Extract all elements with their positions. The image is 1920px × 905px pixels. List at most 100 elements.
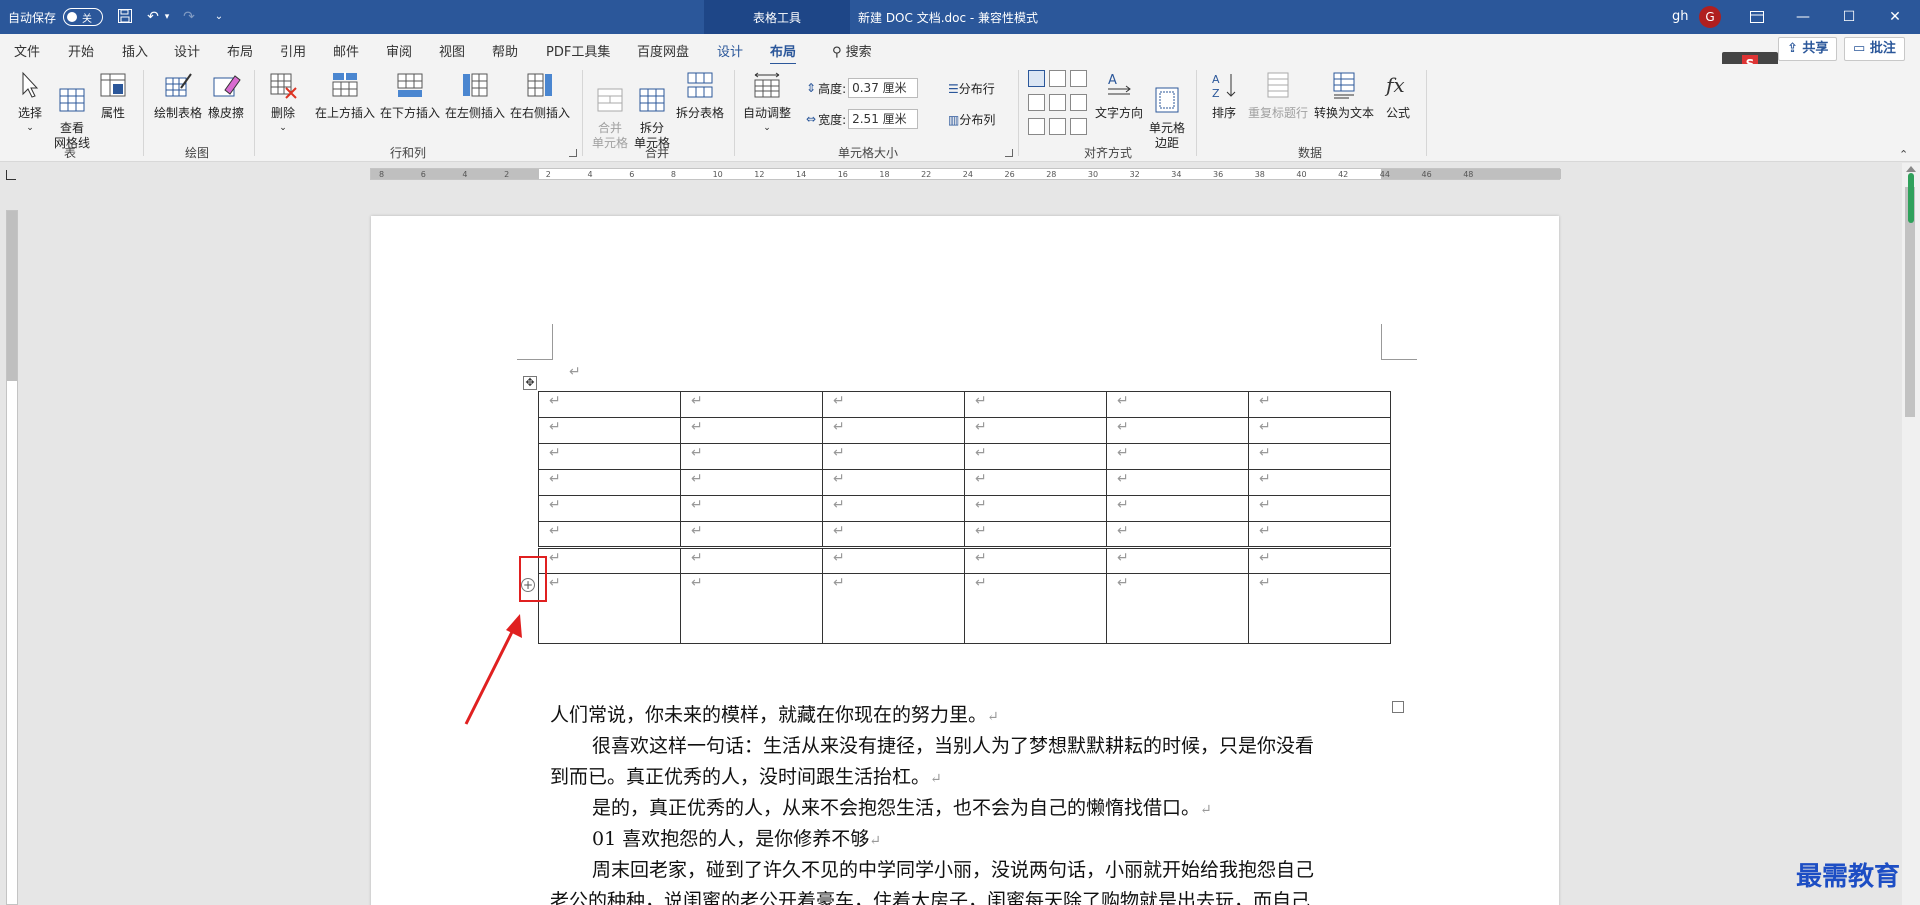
table-cell[interactable]: ↵ xyxy=(1248,443,1391,470)
table-cell[interactable]: ↵ xyxy=(822,417,965,444)
draw-table-button[interactable]: 绘制表格 xyxy=(150,70,206,121)
vertical-ruler[interactable] xyxy=(6,210,18,905)
collapse-ribbon-icon[interactable]: ⌃ xyxy=(1899,148,1908,161)
table-cell[interactable]: ↵ xyxy=(822,391,965,418)
table-row[interactable]: ↵ ↵ ↵ ↵ ↵ ↵ xyxy=(538,546,1391,574)
table-cell[interactable]: ↵ xyxy=(538,443,681,470)
redo-icon[interactable]: ↷ xyxy=(180,8,198,26)
table-cell[interactable]: ↵ xyxy=(680,495,823,522)
tab-review[interactable]: 审阅 xyxy=(386,41,412,60)
table-cell[interactable]: ↵ xyxy=(822,521,965,548)
select-button[interactable]: 选择 ⌄ xyxy=(12,70,48,136)
table-cell[interactable]: ↵ xyxy=(822,469,965,496)
col-width-input[interactable]: 2.51 厘米 xyxy=(848,109,919,129)
table-cell[interactable]: ↵ xyxy=(964,546,1107,574)
close-button[interactable]: ✕ xyxy=(1872,0,1918,34)
undo-dropdown-icon[interactable]: ▾ xyxy=(158,8,176,26)
table-cell[interactable]: ↵ xyxy=(1106,546,1249,574)
delete-button[interactable]: 删除 ⌄ xyxy=(264,70,302,136)
text-direction-button[interactable]: A 文字方向 xyxy=(1094,70,1144,121)
insert-below-button[interactable]: 在下方插入 xyxy=(379,70,441,121)
convert-to-text-button[interactable]: 转换为文本 xyxy=(1312,70,1376,121)
align-top-right-icon[interactable] xyxy=(1070,70,1087,87)
share-button[interactable]: ⇪ 共享 xyxy=(1778,37,1838,61)
save-icon[interactable] xyxy=(116,8,134,26)
table-cell[interactable]: ↵ xyxy=(1248,391,1391,418)
align-middle-left-icon[interactable] xyxy=(1028,94,1045,111)
align-bottom-center-icon[interactable] xyxy=(1049,118,1066,135)
autosave-toggle[interactable]: 关 xyxy=(63,8,103,26)
align-top-left-icon[interactable] xyxy=(1028,70,1045,87)
table-move-handle-icon[interactable]: ✥ xyxy=(523,376,537,390)
maximize-button[interactable]: ☐ xyxy=(1826,0,1872,34)
table-cell[interactable]: ↵ xyxy=(538,391,681,418)
tab-mailings[interactable]: 邮件 xyxy=(333,41,359,60)
table-cell[interactable]: ↵ xyxy=(964,573,1107,644)
table-cell[interactable]: ↵ xyxy=(680,391,823,418)
tab-insert[interactable]: 插入 xyxy=(122,41,148,60)
merge-cells-button[interactable]: 合并 单元格 xyxy=(590,70,630,166)
table-cell[interactable]: ↵ xyxy=(822,495,965,522)
table-cell[interactable]: ↵ xyxy=(1106,495,1249,522)
distribute-rows-button[interactable]: ☰ 分布行 xyxy=(948,80,995,97)
table-row[interactable]: ↵ ↵ ↵ ↵ ↵ ↵ xyxy=(538,495,1391,522)
table-cell[interactable]: ↵ xyxy=(1106,521,1249,548)
search-box[interactable]: ⚲ 搜索 xyxy=(832,41,872,60)
sort-button[interactable]: AZ 排序 xyxy=(1206,70,1242,121)
rows-cols-launcher-icon[interactable] xyxy=(569,149,577,157)
table-cell[interactable]: ↵ xyxy=(680,443,823,470)
horizontal-ruler[interactable]: 8 6 4 2 2 4 6 8 10 12 14 16 18 22 24 26 28 30 32 34 36 38 40 42… xyxy=(0,163,1920,185)
table-row[interactable]: ↵ ↵ ↵ ↵ ↵ ↵ xyxy=(538,391,1391,418)
align-middle-center-icon[interactable] xyxy=(1049,94,1066,111)
table-cell[interactable]: ↵ xyxy=(1248,521,1391,548)
insert-right-button[interactable]: 在右侧插入 xyxy=(509,70,571,121)
table-cell[interactable]: ↵ xyxy=(822,546,965,574)
formula-button[interactable]: fx 公式 xyxy=(1380,70,1416,121)
tab-table-design[interactable]: 设计 xyxy=(717,41,743,60)
tab-references[interactable]: 引用 xyxy=(280,41,306,60)
table-row[interactable]: ↵ ↵ ↵ ↵ ↵ ↵ xyxy=(538,417,1391,444)
table-cell[interactable]: ↵ xyxy=(1106,417,1249,444)
user-name[interactable]: gh xyxy=(1672,9,1689,24)
table-cell[interactable]: ↵ xyxy=(1106,443,1249,470)
table-row[interactable]: ↵ ↵ ↵ ↵ ↵ ↵ xyxy=(538,573,1391,644)
repeat-header-button[interactable]: 重复标题行 xyxy=(1246,70,1310,121)
table-cell[interactable]: ↵ xyxy=(822,443,965,470)
customize-qat-icon[interactable]: ⌄ xyxy=(210,8,228,26)
table-row[interactable]: ↵ ↵ ↵ ↵ ↵ ↵ xyxy=(538,469,1391,496)
align-bottom-left-icon[interactable] xyxy=(1028,118,1045,135)
properties-button[interactable]: 属性 xyxy=(96,70,130,121)
tab-table-layout[interactable]: 布局 xyxy=(770,41,797,66)
table-cell[interactable]: ↵ xyxy=(1106,573,1249,644)
table-cell[interactable]: ↵ xyxy=(964,469,1107,496)
table-cell[interactable]: ↵ xyxy=(538,521,681,548)
autofit-button[interactable]: 自动调整 ⌄ xyxy=(740,70,794,136)
table-cell[interactable]: ↵ xyxy=(1106,469,1249,496)
document-table[interactable]: ↵ ↵ ↵ ↵ ↵ ↵ ↵ ↵ ↵ ↵ ↵ ↵ ↵ ↵ ↵ ↵ ↵ ↵ ↵ ↵ ↵ ↵ ↵ ↵ ↵ ↵ ↵ ↵ ↵ ↵ ↵ ↵ ↵ ↵ ↵ ↵ ↵ ↵ ↵ ↵… xyxy=(538,391,1391,644)
table-cell[interactable]: ↵ xyxy=(1248,417,1391,444)
table-cell[interactable]: ↵ xyxy=(538,495,681,522)
avatar[interactable]: G xyxy=(1699,6,1721,28)
table-cell[interactable]: ↵ xyxy=(538,469,681,496)
tab-pdf-tools[interactable]: PDF工具集 xyxy=(546,41,610,60)
cell-size-launcher-icon[interactable] xyxy=(1005,149,1013,157)
tab-home[interactable]: 开始 xyxy=(68,41,94,60)
table-row[interactable]: ↵ ↵ ↵ ↵ ↵ ↵ xyxy=(538,443,1391,470)
table-cell[interactable]: ↵ xyxy=(1248,495,1391,522)
table-cell[interactable]: ↵ xyxy=(1106,391,1249,418)
tab-help[interactable]: 帮助 xyxy=(492,41,518,60)
align-top-center-icon[interactable] xyxy=(1049,70,1066,87)
align-bottom-right-icon[interactable] xyxy=(1070,118,1087,135)
tab-file[interactable]: 文件 xyxy=(14,41,40,60)
table-cell[interactable]: ↵ xyxy=(538,546,681,574)
scroll-up-icon[interactable] xyxy=(1906,166,1916,172)
table-cell[interactable]: ↵ xyxy=(680,469,823,496)
table-cell[interactable]: ↵ xyxy=(538,417,681,444)
table-cell[interactable]: ↵ xyxy=(680,546,823,574)
split-table-button[interactable]: 拆分表格 xyxy=(674,70,726,121)
table-cell[interactable]: ↵ xyxy=(964,417,1107,444)
cell-margins-button[interactable]: 单元格 边距 xyxy=(1146,70,1188,166)
table-cell[interactable]: ↵ xyxy=(964,495,1107,522)
table-cell[interactable]: ↵ xyxy=(680,417,823,444)
distribute-cols-button[interactable]: ▥ 分布列 xyxy=(948,111,995,128)
